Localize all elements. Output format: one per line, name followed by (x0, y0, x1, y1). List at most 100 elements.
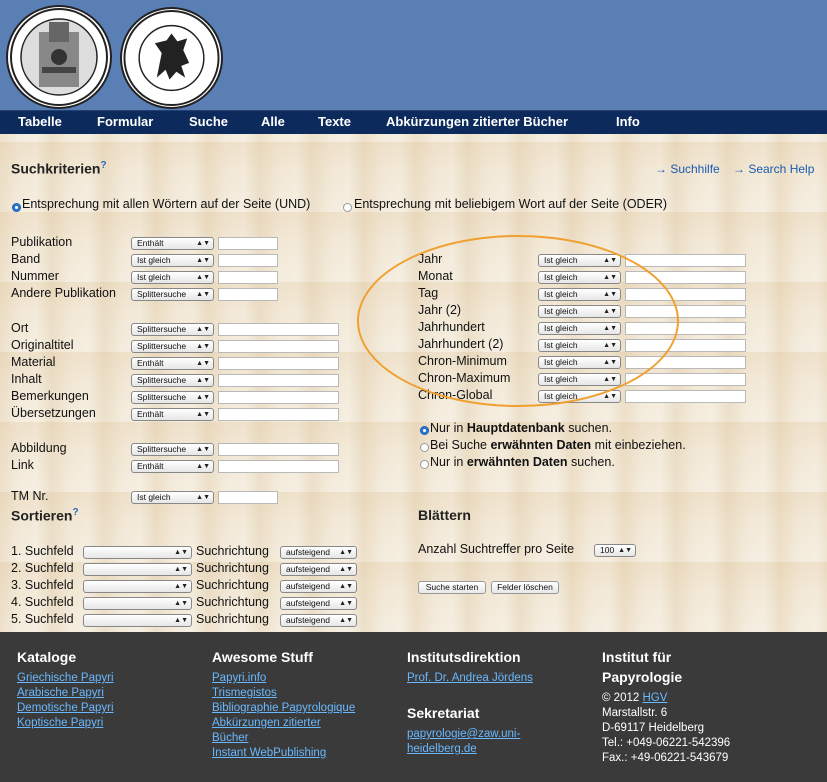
sort-title-text: Sortieren (11, 507, 73, 524)
sort-field-select[interactable]: ▲▼ (83, 597, 192, 610)
footer-hgv-link[interactable]: HGV (642, 692, 667, 704)
field-operator-select[interactable]: Enthält ▲▼ (131, 237, 214, 250)
start-search-button[interactable]: Suche starten (418, 581, 486, 594)
date-field-operator-select[interactable]: Ist gleich ▲▼ (538, 254, 621, 267)
date-field-input[interactable] (625, 390, 746, 403)
footer-link-coptic[interactable]: Koptische Papyri (17, 717, 103, 729)
date-field-operator-select[interactable]: Ist gleich ▲▼ (538, 339, 621, 352)
footer-institute-title-1: Institut für (602, 649, 672, 665)
footer-link-buecher[interactable]: Bücher (212, 732, 248, 744)
field-label: Bemerkungen (11, 389, 89, 403)
field-operator-select[interactable]: Splittersuche ▲▼ (131, 288, 214, 301)
nav-abkuerzungen[interactable]: Abkürzungen zitierter Bücher (386, 114, 568, 129)
field-operator-select[interactable]: Enthält ▲▼ (131, 357, 214, 370)
field-input[interactable] (218, 323, 339, 336)
field-operator-select[interactable]: Splittersuche ▲▼ (131, 323, 214, 336)
date-field-input[interactable] (625, 339, 746, 352)
date-field-operator-select[interactable]: Ist gleich ▲▼ (538, 322, 621, 335)
mode-or-radio[interactable] (343, 203, 352, 212)
search-criteria-title-text: Suchkriterien (11, 160, 101, 177)
db-main-radio[interactable] (420, 426, 429, 435)
date-field-input[interactable] (625, 356, 746, 369)
search-help-qmark[interactable]: ? (100, 160, 106, 171)
footer-link-bibliographie[interactable]: Bibliographie Papyrologique (212, 702, 355, 714)
field-label: Band (11, 252, 41, 266)
footer-link-abkuerzungen[interactable]: Abkürzungen zitierter (212, 717, 321, 729)
field-operator-select[interactable]: Ist gleich ▲▼ (131, 491, 214, 504)
field-input[interactable] (218, 237, 278, 250)
footer-link-arabic[interactable]: Arabische Papyri (17, 687, 104, 699)
field-operator-select[interactable]: Splittersuche ▲▼ (131, 374, 214, 387)
date-field-label: Chron-Minimum (418, 354, 507, 368)
field-input[interactable] (218, 254, 278, 267)
field-input[interactable] (218, 391, 339, 404)
sort-field-select[interactable]: ▲▼ (83, 580, 192, 593)
date-field-operator-select[interactable]: Ist gleich ▲▼ (538, 356, 621, 369)
sort-direction-select[interactable]: aufsteigend ▲▼ (280, 563, 357, 576)
field-operator-select[interactable]: Splittersuche ▲▼ (131, 340, 214, 353)
date-field-operator-select[interactable]: Ist gleich ▲▼ (538, 373, 621, 386)
sort-direction-select[interactable]: aufsteigend ▲▼ (280, 597, 357, 610)
field-input[interactable] (218, 443, 339, 456)
clear-fields-button[interactable]: Felder löschen (491, 581, 559, 594)
field-input[interactable] (218, 374, 339, 387)
date-field-input[interactable] (625, 254, 746, 267)
nav-alle[interactable]: Alle (261, 114, 285, 129)
field-input[interactable] (218, 288, 278, 301)
field-operator-select[interactable]: Enthält ▲▼ (131, 460, 214, 473)
date-field-label: Jahrhundert (418, 320, 485, 334)
nav-suche[interactable]: Suche (189, 114, 228, 129)
sort-direction-select[interactable]: aufsteigend ▲▼ (280, 546, 357, 559)
field-operator-select[interactable]: Ist gleich ▲▼ (131, 254, 214, 267)
field-operator-value: Enthält (137, 358, 164, 368)
date-field-operator-select[interactable]: Ist gleich ▲▼ (538, 288, 621, 301)
sort-field-select[interactable]: ▲▼ (83, 614, 192, 627)
date-field-operator-select[interactable]: Ist gleich ▲▼ (538, 271, 621, 284)
footer-link-demotic[interactable]: Demotische Papyri (17, 702, 114, 714)
sort-help-qmark[interactable]: ? (72, 507, 78, 518)
field-input[interactable] (218, 460, 339, 473)
date-field-input[interactable] (625, 322, 746, 335)
select-arrow-icon: ▲▼ (174, 600, 188, 607)
search-help-link[interactable]: → Suchhilfe (655, 162, 720, 176)
field-operator-select[interactable]: Enthält ▲▼ (131, 408, 214, 421)
results-per-page-select[interactable]: 100 ▲▼ (594, 544, 636, 557)
nav-formular[interactable]: Formular (97, 114, 153, 129)
sort-direction-select[interactable]: aufsteigend ▲▼ (280, 580, 357, 593)
nav-info[interactable]: Info (616, 114, 640, 129)
field-input[interactable] (218, 271, 278, 284)
footer-address-street: Marstallstr. 6 (602, 707, 668, 719)
db-only-mentioned-radio[interactable] (420, 460, 429, 469)
date-field-input[interactable] (625, 305, 746, 318)
field-input[interactable] (218, 491, 278, 504)
mode-and-radio[interactable] (12, 203, 21, 212)
nav-tabelle[interactable]: Tabelle (18, 114, 62, 129)
sort-direction-select[interactable]: aufsteigend ▲▼ (280, 614, 357, 627)
db-include-radio[interactable] (420, 443, 429, 452)
field-input[interactable] (218, 340, 339, 353)
date-field-operator-select[interactable]: Ist gleich ▲▼ (538, 390, 621, 403)
search-help-en-link[interactable]: → Search Help (733, 162, 814, 176)
date-field-input[interactable] (625, 271, 746, 284)
footer-link-papyri-info[interactable]: Papyri.info (212, 672, 266, 684)
footer-link-trismegistos[interactable]: Trismegistos (212, 687, 277, 699)
mode-and-label: Entsprechung mit allen Wörtern auf der S… (22, 197, 311, 211)
nav-texte[interactable]: Texte (318, 114, 351, 129)
field-operator-select[interactable]: Splittersuche ▲▼ (131, 391, 214, 404)
date-field-label: Chron-Maximum (418, 371, 511, 385)
sort-field-select[interactable]: ▲▼ (83, 546, 192, 559)
footer-link-webpublishing[interactable]: Instant WebPublishing (212, 747, 326, 759)
field-label: Originaltitel (11, 338, 74, 352)
field-input[interactable] (218, 357, 339, 370)
date-field-input[interactable] (625, 373, 746, 386)
footer-link-director[interactable]: Prof. Dr. Andrea Jördens (407, 672, 533, 684)
date-field-input[interactable] (625, 288, 746, 301)
field-input[interactable] (218, 408, 339, 421)
footer-email-link[interactable]: papyrologie@zaw.uni- (407, 728, 520, 740)
date-field-operator-select[interactable]: Ist gleich ▲▼ (538, 305, 621, 318)
field-operator-select[interactable]: Ist gleich ▲▼ (131, 271, 214, 284)
footer-email-link-2[interactable]: heidelberg.de (407, 743, 477, 755)
field-operator-select[interactable]: Splittersuche ▲▼ (131, 443, 214, 456)
footer-link-greek[interactable]: Griechische Papyri (17, 672, 114, 684)
sort-field-select[interactable]: ▲▼ (83, 563, 192, 576)
